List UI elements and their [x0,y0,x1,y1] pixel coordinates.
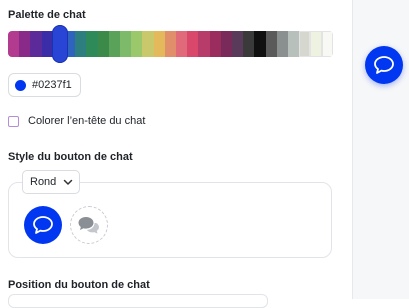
palette-swatch[interactable] [232,31,244,57]
palette-swatch[interactable] [153,31,165,57]
shape-select[interactable]: Rond [22,170,80,194]
position-heading: Position du bouton de chat [8,279,150,291]
palette-swatch[interactable] [8,31,20,57]
chat-bubble-icon [33,216,53,234]
palette-swatch[interactable] [209,31,221,57]
header-color-checkbox[interactable] [8,116,19,127]
shape-select-value: Rond [30,176,57,188]
palette-selector-handle[interactable] [52,25,68,63]
palette-swatch[interactable] [120,31,132,57]
palette-swatch[interactable] [30,31,42,57]
palette-swatch[interactable] [243,31,255,57]
chat-button-style-single-bubble[interactable] [24,206,62,244]
header-color-label: Colorer l’en-tête du chat [28,115,146,127]
button-style-heading: Style du bouton de chat [8,151,133,163]
palette-swatch[interactable] [276,31,289,57]
palette-swatch[interactable] [198,31,210,57]
palette-swatch[interactable] [265,31,277,57]
position-input[interactable] [8,294,268,308]
palette-swatch[interactable] [310,31,322,57]
palette-swatch[interactable] [321,31,333,57]
palette-swatch[interactable] [220,31,233,57]
chat-launcher-button[interactable] [365,46,403,84]
hex-color-input[interactable]: #0237f1 [8,73,81,97]
chevron-down-icon [63,179,73,185]
chat-button-style-double-bubble[interactable] [70,206,108,244]
palette-swatch[interactable] [176,31,188,57]
palette-swatch[interactable] [142,31,154,57]
palette-swatch[interactable] [254,31,266,57]
palette-swatch[interactable] [19,31,31,57]
palette-swatch[interactable] [164,31,177,57]
palette-swatch[interactable] [299,31,311,57]
hex-color-value: #0237f1 [32,79,72,91]
palette-swatch[interactable] [187,31,199,57]
settings-panel: Palette de chat #0237f1 Colorer l’en-têt… [0,0,352,308]
color-preview-dot [15,79,26,91]
preview-sidebar [352,0,409,299]
palette-heading: Palette de chat [8,9,86,21]
chat-bubble-icon [374,56,394,74]
chat-bubbles-icon [78,217,99,234]
palette-swatch[interactable] [288,31,300,57]
palette-swatch[interactable] [108,31,121,57]
palette-swatch[interactable] [131,31,143,57]
palette-swatch[interactable] [97,31,109,57]
